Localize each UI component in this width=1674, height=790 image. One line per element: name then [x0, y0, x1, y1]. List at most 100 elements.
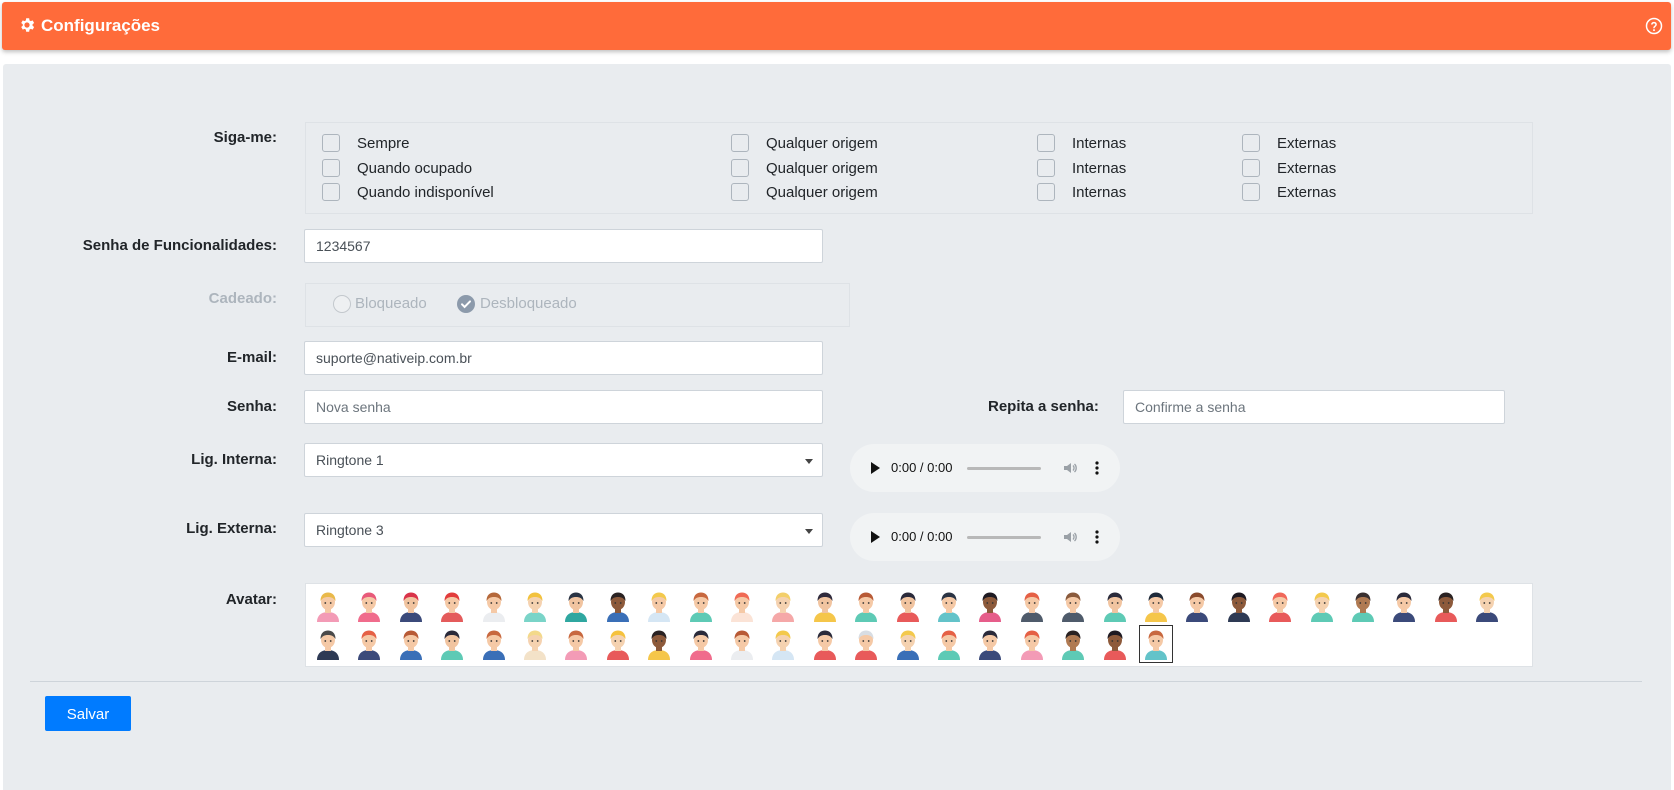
avatar-option[interactable]	[1308, 590, 1336, 622]
email-input[interactable]	[304, 341, 823, 375]
help-icon[interactable]	[1645, 17, 1663, 35]
person-avatar-icon	[896, 630, 919, 660]
save-button[interactable]: Salvar	[45, 696, 131, 731]
siga-me-externas-label: Externas	[1277, 184, 1337, 201]
lig-externa-select[interactable]: Ringtone 3	[304, 513, 823, 547]
siga-me-internas-label: Internas	[1072, 160, 1127, 177]
senha-funcionalidades-input[interactable]	[304, 229, 823, 263]
lig-externa-audio-player[interactable]: 0:00 / 0:00	[850, 513, 1120, 561]
lig-interna-select[interactable]: Ringtone 1	[304, 443, 823, 477]
avatar-option[interactable]	[562, 590, 590, 622]
siga-me-internas-checkbox[interactable]	[1037, 183, 1055, 201]
divider	[30, 681, 1642, 682]
avatar-option[interactable]	[1018, 628, 1046, 660]
avatar-option[interactable]	[1349, 590, 1377, 622]
more-options-icon[interactable]	[1095, 529, 1099, 545]
play-icon[interactable]	[871, 462, 880, 474]
siga-me-condition-checkbox[interactable]	[322, 159, 340, 177]
lig-interna-audio-player[interactable]: 0:00 / 0:00	[850, 444, 1120, 492]
more-options-icon[interactable]	[1095, 460, 1099, 476]
avatar-option[interactable]	[728, 628, 756, 660]
desbloqueado-radio[interactable]	[457, 295, 475, 313]
avatar-option[interactable]	[1101, 628, 1129, 660]
avatar-option[interactable]	[1473, 590, 1501, 622]
avatar-option[interactable]	[811, 590, 839, 622]
avatar-option[interactable]	[1432, 590, 1460, 622]
avatar-option[interactable]	[645, 628, 673, 660]
avatar-option[interactable]	[1266, 590, 1294, 622]
avatar-option[interactable]	[1183, 590, 1211, 622]
avatar-option[interactable]	[397, 590, 425, 622]
avatar-option[interactable]	[935, 590, 963, 622]
avatar-option[interactable]	[1101, 590, 1129, 622]
avatar-option[interactable]	[604, 590, 632, 622]
siga-me-externas-checkbox[interactable]	[1242, 159, 1260, 177]
person-avatar-icon	[772, 630, 795, 660]
siga-me-qualquer-origem-checkbox[interactable]	[731, 134, 749, 152]
avatar-option[interactable]	[935, 628, 963, 660]
new-password-input[interactable]	[304, 390, 823, 424]
page-title: Configurações	[41, 16, 161, 35]
avatar-option[interactable]	[355, 628, 383, 660]
audio-progress-slider[interactable]	[967, 467, 1041, 470]
siga-me-condition-checkbox[interactable]	[322, 134, 340, 152]
person-avatar-icon	[482, 630, 505, 660]
repita-senha-label: Repita a senha:	[988, 398, 1099, 415]
siga-me-qualquer-origem-checkbox[interactable]	[731, 183, 749, 201]
avatar-option[interactable]	[894, 628, 922, 660]
avatar-option[interactable]	[852, 590, 880, 622]
avatar-option[interactable]	[521, 590, 549, 622]
avatar-option[interactable]	[314, 590, 342, 622]
avatar-option[interactable]	[1225, 590, 1253, 622]
siga-me-externas-checkbox[interactable]	[1242, 183, 1260, 201]
siga-me-internas-label: Internas	[1072, 184, 1127, 201]
avatar-option[interactable]	[852, 628, 880, 660]
avatar-option[interactable]	[687, 628, 715, 660]
avatar-option[interactable]	[687, 590, 715, 622]
person-avatar-icon	[399, 630, 422, 660]
avatar-option[interactable]	[521, 628, 549, 660]
siga-me-externas-label: Externas	[1277, 135, 1337, 152]
avatar-option[interactable]	[976, 628, 1004, 660]
avatar-option[interactable]	[314, 628, 342, 660]
person-avatar-icon	[813, 592, 836, 622]
avatar-option[interactable]	[562, 628, 590, 660]
siga-me-condition-label: Quando ocupado	[357, 160, 473, 177]
siga-me-internas-checkbox[interactable]	[1037, 159, 1055, 177]
avatar-option[interactable]	[480, 590, 508, 622]
confirm-password-input[interactable]	[1123, 390, 1505, 424]
avatar-option[interactable]	[1390, 590, 1418, 622]
avatar-option[interactable]	[1142, 590, 1170, 622]
avatar-option[interactable]	[438, 590, 466, 622]
avatar-option[interactable]	[604, 628, 632, 660]
avatar-option[interactable]	[1018, 590, 1046, 622]
avatar-option[interactable]	[769, 628, 797, 660]
siga-me-externas-checkbox[interactable]	[1242, 134, 1260, 152]
person-avatar-icon	[317, 592, 339, 622]
bloqueado-radio[interactable]	[333, 295, 351, 313]
avatar-option[interactable]	[355, 590, 383, 622]
avatar-label: Avatar:	[225, 591, 277, 608]
play-icon[interactable]	[871, 531, 880, 543]
avatar-option[interactable]	[894, 590, 922, 622]
person-avatar-icon	[938, 630, 960, 660]
audio-progress-slider[interactable]	[967, 536, 1041, 539]
avatar-option[interactable]	[480, 628, 508, 660]
avatar-option[interactable]	[645, 590, 673, 622]
avatar-option[interactable]	[976, 590, 1004, 622]
person-avatar-icon	[1269, 592, 1292, 622]
avatar-option[interactable]	[438, 628, 466, 660]
avatar-option[interactable]	[1059, 590, 1087, 622]
siga-me-internas-checkbox[interactable]	[1037, 134, 1055, 152]
avatar-option[interactable]	[811, 628, 839, 660]
avatar-option[interactable]	[1139, 625, 1173, 663]
person-avatar-icon	[1145, 592, 1167, 622]
avatar-option[interactable]	[1059, 628, 1087, 660]
avatar-option[interactable]	[397, 628, 425, 660]
volume-icon[interactable]	[1062, 529, 1078, 545]
avatar-option[interactable]	[769, 590, 797, 622]
volume-icon[interactable]	[1062, 460, 1078, 476]
siga-me-qualquer-origem-checkbox[interactable]	[731, 159, 749, 177]
avatar-option[interactable]	[728, 590, 756, 622]
siga-me-condition-checkbox[interactable]	[322, 183, 340, 201]
